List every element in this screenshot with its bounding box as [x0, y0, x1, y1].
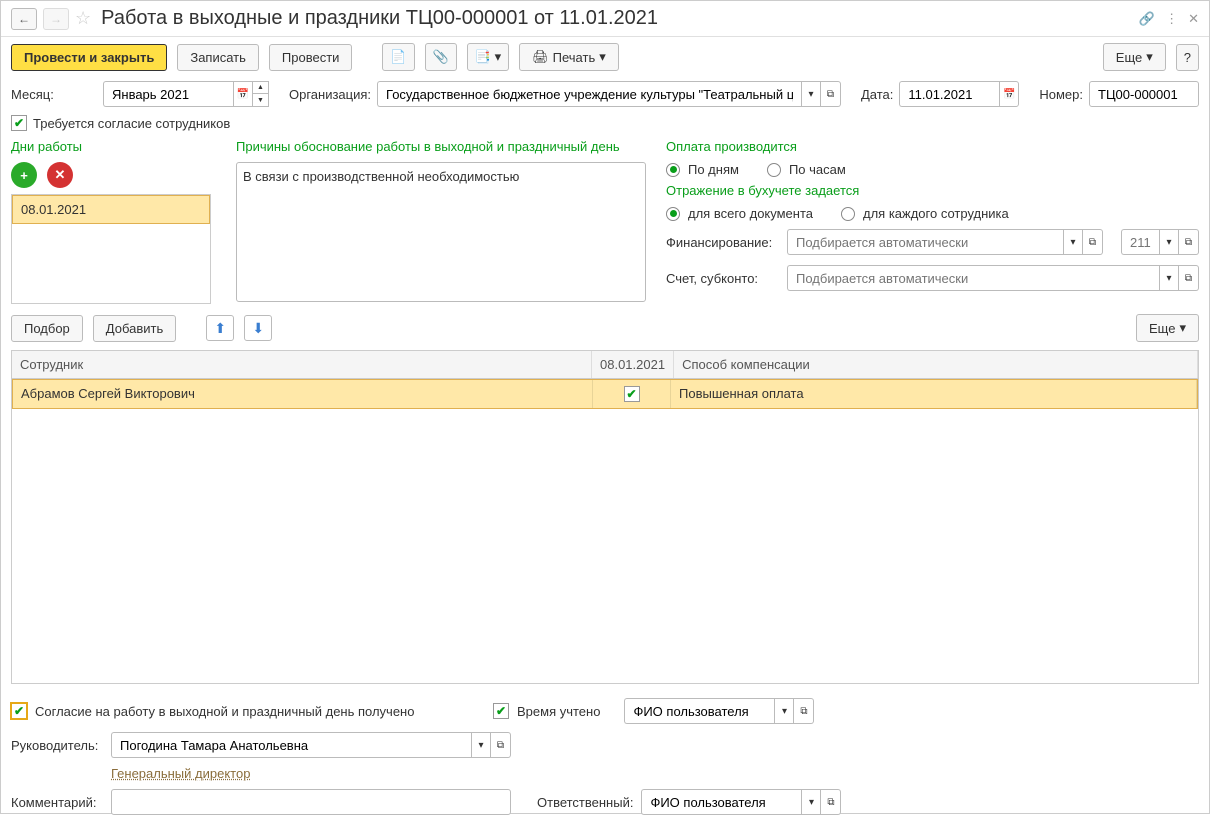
consent-received-label: Согласие на работу в выходной и празднич… — [35, 704, 485, 719]
save-button[interactable]: Записать — [177, 44, 259, 71]
accounting-each-label: для каждого сотрудника — [863, 206, 1009, 221]
month-label: Месяц: — [11, 87, 97, 102]
close-icon[interactable]: ✕ — [1188, 11, 1199, 27]
manager-open-button[interactable]: ⧉ — [491, 732, 511, 758]
add-day-button[interactable]: + — [11, 162, 37, 188]
reason-header: Причины обоснование работы в выходной и … — [236, 139, 646, 156]
consent-required-label: Требуется согласие сотрудников — [33, 116, 230, 131]
org-label: Организация: — [289, 87, 371, 102]
star-icon[interactable]: ☆ — [75, 8, 91, 29]
consent-received-checkbox[interactable] — [11, 703, 27, 719]
time-user-open-button[interactable]: ⧉ — [794, 698, 814, 724]
kebab-menu-icon[interactable]: ⋮ — [1165, 11, 1178, 27]
manager-input[interactable] — [111, 732, 471, 758]
employees-select-button[interactable]: Подбор — [11, 315, 83, 342]
payment-by-days-radio[interactable] — [666, 163, 680, 177]
account-label: Счет, субконто: — [666, 271, 781, 286]
post-and-close-button[interactable]: Провести и закрыть — [11, 44, 167, 71]
org-open-button[interactable]: ⧉ — [821, 81, 841, 107]
financing-input[interactable] — [787, 229, 1063, 255]
financing-dropdown-button[interactable]: ▾ — [1063, 229, 1083, 255]
cell-employee[interactable]: Абрамов Сергей Викторович — [13, 380, 593, 408]
workdays-header: Дни работы — [11, 139, 216, 156]
number-label: Номер: — [1039, 87, 1083, 102]
accounting-header: Отражение в бухучете задается — [666, 183, 1199, 200]
cell-compensation[interactable]: Повышенная оплата — [671, 380, 1197, 408]
accounting-each-radio[interactable] — [841, 207, 855, 221]
comment-label: Комментарий: — [11, 795, 103, 810]
more-button-label: Еще — [1116, 50, 1142, 65]
payment-header: Оплата производится — [666, 139, 1199, 156]
responsible-dropdown-button[interactable]: ▾ — [801, 789, 821, 815]
financing-label: Финансирование: — [666, 235, 781, 250]
comment-input[interactable] — [111, 789, 511, 815]
manager-dropdown-button[interactable]: ▾ — [471, 732, 491, 758]
manager-label: Руководитель: — [11, 738, 103, 753]
post-button[interactable]: Провести — [269, 44, 353, 71]
nav-forward-button[interactable]: → — [43, 8, 69, 30]
payment-by-hours-label: По часам — [789, 162, 846, 177]
kosgu-dropdown-button[interactable]: ▾ — [1159, 229, 1179, 255]
responsible-input[interactable] — [641, 789, 801, 815]
consent-required-checkbox[interactable] — [11, 115, 27, 131]
number-input[interactable] — [1089, 81, 1199, 107]
accounting-doc-label: для всего документа — [688, 206, 813, 221]
document-actions-button[interactable]: 📑 ▾ — [467, 43, 509, 71]
account-dropdown-button[interactable]: ▾ — [1159, 265, 1179, 291]
responsible-label: Ответственный: — [537, 795, 633, 810]
employees-more-button[interactable]: Еще ▾ — [1136, 314, 1199, 342]
table-body-empty — [12, 409, 1198, 683]
reason-text: В связи с производственной необходимость… — [243, 169, 519, 184]
attachment-icon-button[interactable]: 📎 — [425, 43, 457, 71]
month-down-button[interactable]: ▼ — [253, 94, 269, 107]
accounting-doc-radio[interactable] — [666, 207, 680, 221]
payment-by-hours-radio[interactable] — [767, 163, 781, 177]
time-user-dropdown-button[interactable]: ▾ — [774, 698, 794, 724]
print-button-label: Печать — [553, 50, 596, 65]
org-input[interactable] — [377, 81, 801, 107]
kosgu-input[interactable] — [1121, 229, 1159, 255]
more-button[interactable]: Еще ▾ — [1103, 43, 1166, 71]
report-icon-button[interactable]: 📄 — [382, 43, 414, 71]
calendar-icon[interactable]: 📅 — [233, 81, 253, 107]
month-up-button[interactable]: ▲ — [253, 81, 269, 94]
workday-item[interactable]: 08.01.2021 — [12, 195, 210, 224]
account-input[interactable] — [787, 265, 1159, 291]
employees-table: Сотрудник 08.01.2021 Способ компенсации … — [11, 350, 1199, 684]
link-icon[interactable]: 🔗 — [1139, 11, 1155, 27]
col-date[interactable]: 08.01.2021 — [592, 351, 674, 378]
financing-open-button[interactable]: ⧉ — [1083, 229, 1103, 255]
time-accounted-label: Время учтено — [517, 704, 600, 719]
month-input[interactable] — [103, 81, 233, 107]
delete-day-button[interactable]: ✕ — [47, 162, 73, 188]
employees-add-button[interactable]: Добавить — [93, 315, 176, 342]
responsible-open-button[interactable]: ⧉ — [821, 789, 841, 815]
reason-textarea[interactable]: В связи с производственной необходимость… — [236, 162, 646, 302]
col-compensation[interactable]: Способ компенсации — [674, 351, 1198, 378]
org-dropdown-button[interactable]: ▾ — [801, 81, 821, 107]
time-user-input[interactable] — [624, 698, 774, 724]
print-button[interactable]: 🖨 Печать ▾ — [519, 43, 619, 71]
manager-position-link[interactable]: Генеральный директор — [111, 766, 250, 781]
employees-more-label: Еще — [1149, 321, 1175, 336]
workdays-list[interactable]: 08.01.2021 — [11, 194, 211, 304]
date-input[interactable] — [899, 81, 999, 107]
cell-date-checkbox[interactable] — [593, 380, 671, 408]
date-calendar-icon[interactable]: 📅 — [999, 81, 1019, 107]
help-button[interactable]: ? — [1176, 44, 1199, 71]
move-up-button[interactable]: ⬆ — [206, 315, 234, 341]
date-label: Дата: — [861, 87, 893, 102]
col-employee[interactable]: Сотрудник — [12, 351, 592, 378]
nav-back-button[interactable]: ← — [11, 8, 37, 30]
table-row[interactable]: Абрамов Сергей Викторович Повышенная опл… — [12, 379, 1198, 409]
kosgu-open-button[interactable]: ⧉ — [1179, 229, 1199, 255]
payment-by-days-label: По дням — [688, 162, 739, 177]
window-title: Работа в выходные и праздники ТЦ00-00000… — [101, 7, 1133, 30]
account-open-button[interactable]: ⧉ — [1179, 265, 1199, 291]
row-date-checkbox[interactable] — [624, 386, 640, 402]
move-down-button[interactable]: ⬇ — [244, 315, 272, 341]
time-accounted-checkbox[interactable] — [493, 703, 509, 719]
